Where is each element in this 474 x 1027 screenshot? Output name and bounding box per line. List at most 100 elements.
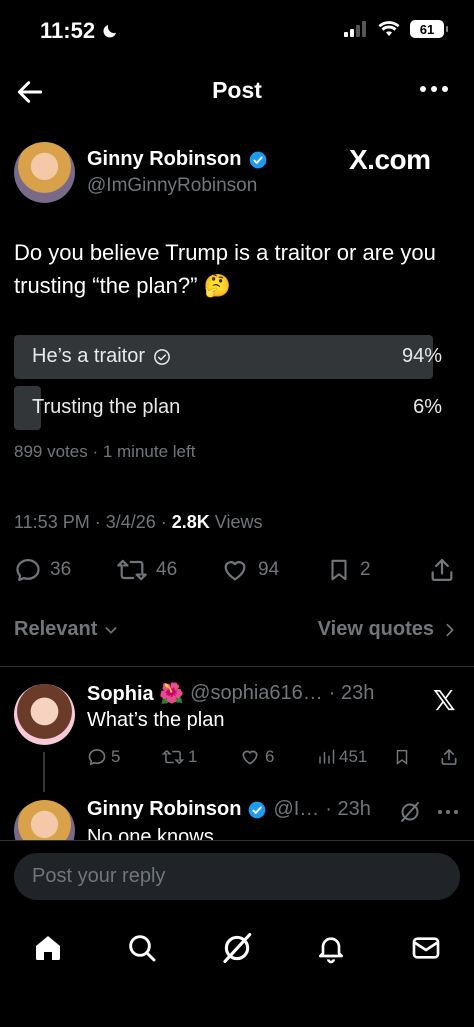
reply-views-count: 451: [339, 747, 368, 766]
status-bar: 11:52 61: [0, 0, 474, 62]
view-quotes-link[interactable]: View quotes: [318, 618, 456, 641]
battery-level: 61: [419, 21, 435, 37]
post-text: Do you believe Trump is a traitor or are…: [14, 240, 436, 298]
home-icon: [36, 936, 60, 960]
reply-header: Ginny Robinson @I… · 23h: [87, 798, 371, 821]
bookmark-button[interactable]: 2: [326, 556, 371, 584]
poll-option[interactable]: Trusting the plan 6%: [14, 386, 460, 430]
chevron-right-icon: [446, 623, 454, 636]
tab-search[interactable]: [122, 928, 162, 968]
page-title: Post: [212, 77, 262, 103]
poll-votes: 899 votes: [14, 442, 88, 461]
analytics-icon: [319, 749, 335, 764]
poll-option[interactable]: He’s a traitor 94%: [14, 335, 460, 379]
author-name-row[interactable]: Ginny Robinson: [87, 148, 268, 171]
like-button[interactable]: 94: [220, 556, 279, 584]
heart-icon: [224, 561, 246, 581]
sort-dropdown[interactable]: Relevant: [14, 618, 119, 641]
like-count: 94: [258, 559, 280, 580]
tab-messages[interactable]: [406, 928, 446, 968]
reply-repost-count: 1: [188, 747, 198, 766]
wifi-icon: [378, 21, 400, 36]
reply-actions: 5 1 6 451: [87, 747, 462, 769]
poll-option-text: Trusting the plan: [32, 396, 181, 418]
reply-like-button[interactable]: 6: [239, 747, 274, 767]
mail-icon: [412, 937, 440, 959]
post-actions: 36 46 94 2: [14, 556, 460, 588]
repost-icon: [162, 750, 184, 764]
reply-avatar[interactable]: [14, 684, 75, 745]
reply-author-name[interactable]: Sophia 🌺: [87, 681, 184, 706]
verified-badge-icon: [250, 151, 267, 168]
sort-label: Relevant: [14, 618, 98, 640]
reply-more-button[interactable]: [438, 810, 458, 814]
poll-percent: 94%: [401, 345, 442, 367]
divider: [0, 666, 474, 667]
author-handle[interactable]: @ImGinnyRobinson: [87, 175, 257, 197]
verified-badge-icon: [249, 801, 266, 818]
reply-bookmark-button[interactable]: [393, 747, 411, 767]
poll-option-text: He’s a traitor: [32, 345, 146, 367]
reply-share-button[interactable]: [439, 747, 459, 767]
reply-author-handle[interactable]: @I…: [273, 798, 319, 821]
reply-time: · 23h: [325, 798, 371, 820]
views-label: Views: [209, 512, 263, 532]
top-header: Post: [0, 62, 474, 120]
poll-meta: 899 votes · 1 minute left: [14, 442, 196, 461]
bookmark-icon: [331, 559, 347, 581]
reply-views-button[interactable]: 451: [317, 747, 367, 767]
xcom-watermark: X.com: [349, 144, 431, 175]
battery-indicator: 61: [410, 20, 448, 38]
views-count: 2.8K: [171, 512, 210, 532]
reply-text: No one knows: [87, 826, 214, 840]
repost-button[interactable]: 46: [116, 556, 177, 584]
reply-button[interactable]: 36: [14, 556, 71, 584]
check-circle-icon: [154, 348, 170, 365]
reply-count: 36: [50, 559, 72, 580]
share-icon: [431, 558, 453, 582]
moon-icon: [103, 25, 117, 38]
reply-header: Sophia 🌺 @sophia616… · 23h: [87, 681, 374, 706]
repost-icon: [117, 559, 147, 581]
post-timestamp: 11:53 PM · 3/4/26 ·: [14, 512, 172, 532]
grok-icon[interactable]: [398, 800, 422, 824]
bottom-tab-bar: [0, 928, 474, 970]
reply-author-handle[interactable]: @sophia616…: [190, 682, 323, 705]
divider: [0, 840, 474, 841]
reply-text: What’s the plan: [87, 709, 225, 731]
poll-option-label: He’s a traitor: [32, 345, 171, 368]
reply-reply-button[interactable]: 5: [87, 747, 120, 767]
bell-icon: [319, 937, 343, 964]
x-logo-icon: 𝕏: [433, 685, 456, 716]
more-options-button[interactable]: [420, 86, 448, 92]
status-icons: 61: [344, 20, 448, 38]
tab-notifications[interactable]: [311, 928, 351, 968]
clock-text: 11:52: [40, 18, 96, 43]
reply-repost-button[interactable]: 1: [162, 747, 197, 767]
reply-input[interactable]: [14, 853, 460, 900]
reply-reply-count: 5: [111, 747, 121, 766]
post-meta: 11:53 PM · 3/4/26 · 2.8K Views: [14, 512, 262, 533]
author-name[interactable]: Ginny Robinson: [87, 148, 241, 171]
tab-home[interactable]: [28, 928, 68, 968]
reply-like-count: 6: [265, 747, 275, 766]
poll-time-left: 1 minute left: [102, 442, 196, 461]
tab-grok[interactable]: [217, 928, 257, 968]
repost-count: 46: [156, 559, 178, 580]
poll-percent: 6%: [413, 396, 442, 418]
status-time: 11:52: [40, 18, 119, 44]
author-avatar[interactable]: [14, 142, 75, 203]
reply-time: · 23h: [328, 682, 375, 704]
grok-icon: [223, 932, 252, 964]
reply-sort-row: Relevant View quotes: [14, 618, 460, 646]
chevron-down-icon: [105, 626, 117, 633]
share-icon: [441, 749, 457, 765]
bookmark-count: 2: [360, 559, 371, 580]
search-icon: [129, 935, 156, 962]
reply-icon: [88, 749, 106, 766]
heart-icon: [242, 750, 258, 765]
poll-option-label: Trusting the plan: [32, 396, 180, 419]
share-button[interactable]: [428, 556, 456, 584]
bookmark-icon: [396, 749, 408, 765]
reply-author-name[interactable]: Ginny Robinson: [87, 798, 241, 821]
